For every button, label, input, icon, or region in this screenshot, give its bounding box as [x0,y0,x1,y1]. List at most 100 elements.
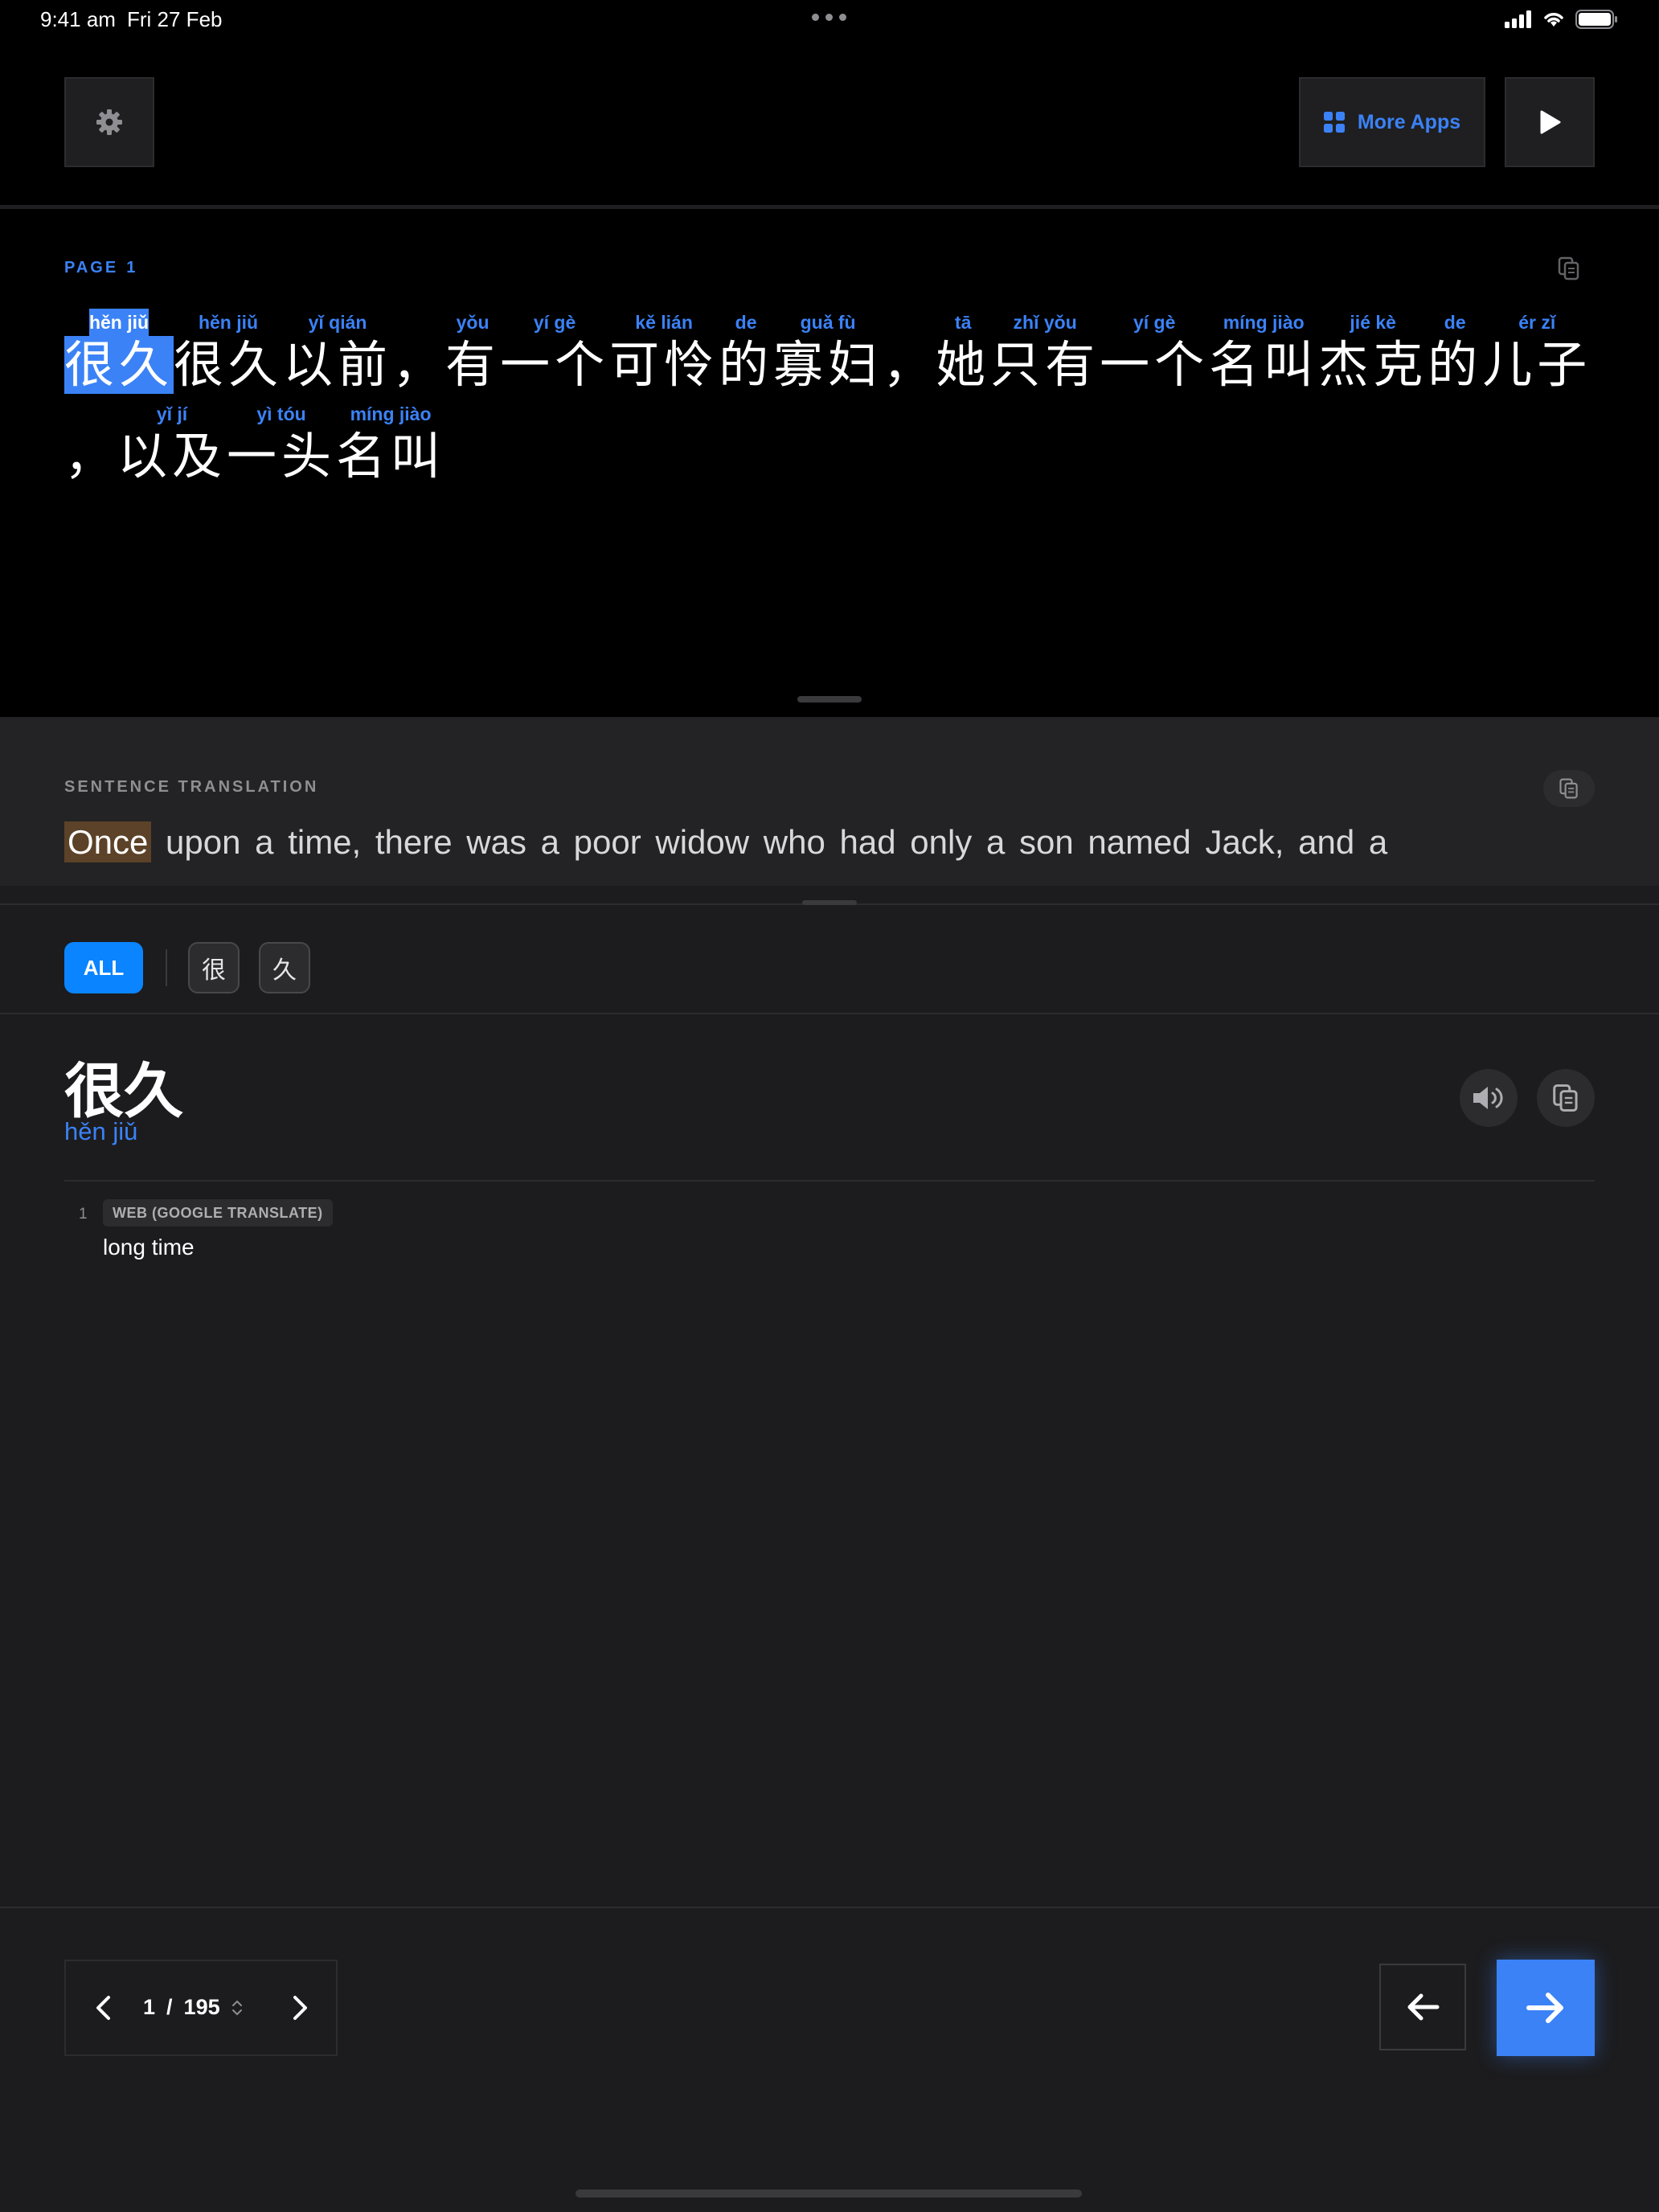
copy-page-icon[interactable] [1556,256,1582,281]
word-token[interactable]: ér zǐ 儿子 [1482,309,1591,394]
page-stepper: 1 / 195 [64,1960,338,2056]
chips-divider [0,1013,1659,1014]
word-pinyin: hěn jiǔ [88,309,150,336]
current-page: 1 [143,1995,156,2019]
punctuation-token: ， [64,400,117,485]
arrow-left-icon [1407,1993,1440,2021]
word-token[interactable]: zhǐ yǒu 只有 [990,309,1100,394]
word-hanzi: 一头 [227,427,337,485]
status-time: 9:41 am [40,7,116,31]
word-token[interactable]: míng jiào 名叫 [336,400,445,485]
word-token[interactable]: yí gè 一个 [1100,309,1209,394]
copy-entry-button[interactable] [1537,1069,1595,1127]
definition-index: 1 [79,1206,88,1223]
word-hanzi: ， [392,335,448,394]
reader-pane: PAGE 1 hěn jiǔ 很久 hěn jiǔ 很久 yǐ qián 以前， yǒu 有 yí… [0,209,1659,717]
total-pages: 195 [183,1995,220,2019]
copy-translation-button[interactable] [1543,770,1595,807]
word-pinyin: yí gè [1133,312,1176,333]
word-token[interactable]: yì tóu 一头 [227,400,336,485]
word-hanzi: 以及 [117,427,227,485]
status-date: Fri 27 Feb [127,7,223,31]
word-hanzi: 可怜 [609,335,719,394]
page-count[interactable]: 1 / 195 [143,1995,243,2020]
word-pinyin: yì tóu [256,403,306,424]
entry-divider [64,1180,1595,1182]
filter-char-chip[interactable]: 久 [259,942,310,993]
system-indicators [1505,10,1619,29]
bottom-divider [0,1907,1659,1908]
multitasking-dots-icon[interactable] [812,14,846,21]
previous-word-button[interactable] [1379,1964,1466,2050]
word-pinyin: yǒu [456,312,490,333]
word-hanzi: 名叫 [336,427,446,485]
play-icon [1540,110,1561,134]
word-token[interactable]: yǒu 有 [445,309,500,394]
word-token[interactable]: de 的 [1428,309,1482,394]
chevron-right-icon[interactable] [281,1990,317,2026]
top-toolbar: More Apps [0,40,1659,207]
more-apps-label: More Apps [1357,110,1461,133]
reader-line-2: ， yǐ jí 以及 yì tóu 一头 míng jiào 名叫 [64,400,445,485]
chip-separator [166,949,167,986]
sentence-rest: upon a time, there was a poor widow who … [151,823,1388,861]
punctuation-token: ， [392,309,445,394]
definition-text: long time [103,1235,195,1260]
word-hanzi: 一个 [1100,335,1210,394]
word-token[interactable]: yí gè 一个 [500,309,609,394]
word-pinyin: tā [954,312,972,333]
app-root: 9:41 am Fri 27 Feb More Apps PAGE 1 hěn … [0,0,1659,2212]
home-indicator[interactable] [576,2189,1082,2198]
word-token[interactable]: hěn jiǔ 很久 [64,309,174,394]
word-token[interactable]: míng jiào 名叫 [1209,309,1318,394]
sentence-resize-handle[interactable] [802,900,857,905]
word-hanzi: 很久 [64,335,174,394]
word-hanzi: 的 [1428,335,1483,394]
character-filter-bar: ALL 很 久 [64,942,330,993]
page-separator: / [166,1995,173,2019]
word-hanzi: 她 [936,335,991,394]
sentence-translation-text: Once upon a time, there was a poor widow… [64,821,1388,862]
word-hanzi: 一个 [500,335,610,394]
word-hanzi: ， [883,335,938,394]
word-pinyin: de [735,312,757,333]
chevron-up-down-icon [231,2000,242,2015]
word-pinyin: hěn jiǔ [198,312,259,333]
page-label: PAGE 1 [64,259,138,276]
word-token[interactable]: yǐ jí 以及 [117,400,227,485]
sentence-translation-panel: SENTENCE TRANSLATION Once upon a time, t… [0,717,1659,886]
word-pinyin: jié kè [1350,312,1396,333]
word-hanzi: ， [64,427,120,485]
word-hanzi: 寡妇 [773,335,883,394]
word-token[interactable]: kě lián 可怜 [609,309,719,394]
word-token[interactable]: jié kè 杰克 [1318,309,1428,394]
word-token[interactable]: yǐ qián 以前 [283,309,392,394]
word-token[interactable]: tā 她 [936,309,990,394]
more-apps-button[interactable]: More Apps [1299,77,1485,167]
word-pinyin: yǐ jí [156,403,188,424]
pronounce-button[interactable] [1460,1069,1518,1127]
word-token[interactable]: guǎ fù 寡妇 [773,309,883,394]
cellular-signal-icon [1505,10,1531,28]
word-hanzi: 有 [445,335,501,394]
word-token[interactable]: de 的 [719,309,773,394]
word-hanzi: 以前 [283,335,393,394]
next-word-button[interactable] [1497,1960,1595,2056]
settings-button[interactable] [64,77,154,167]
filter-char-chip[interactable]: 很 [188,942,240,993]
chevron-left-icon[interactable] [87,1990,122,2026]
word-hanzi: 的 [719,335,774,394]
word-hanzi: 只有 [990,335,1100,394]
filter-all-chip[interactable]: ALL [64,942,143,993]
highlighted-word[interactable]: Once [64,821,152,862]
play-button[interactable] [1505,77,1595,167]
copy-icon [1559,778,1578,799]
copy-icon [1553,1084,1578,1112]
sentence-translation-label: SENTENCE TRANSLATION [64,778,319,796]
speaker-icon [1473,1087,1503,1109]
word-pinyin: guǎ fù [800,312,856,333]
reader-resize-handle[interactable] [797,696,862,703]
word-token[interactable]: hěn jiǔ 很久 [174,309,283,394]
word-hanzi: 儿子 [1482,335,1592,394]
word-pinyin: yǐ qián [308,312,367,333]
